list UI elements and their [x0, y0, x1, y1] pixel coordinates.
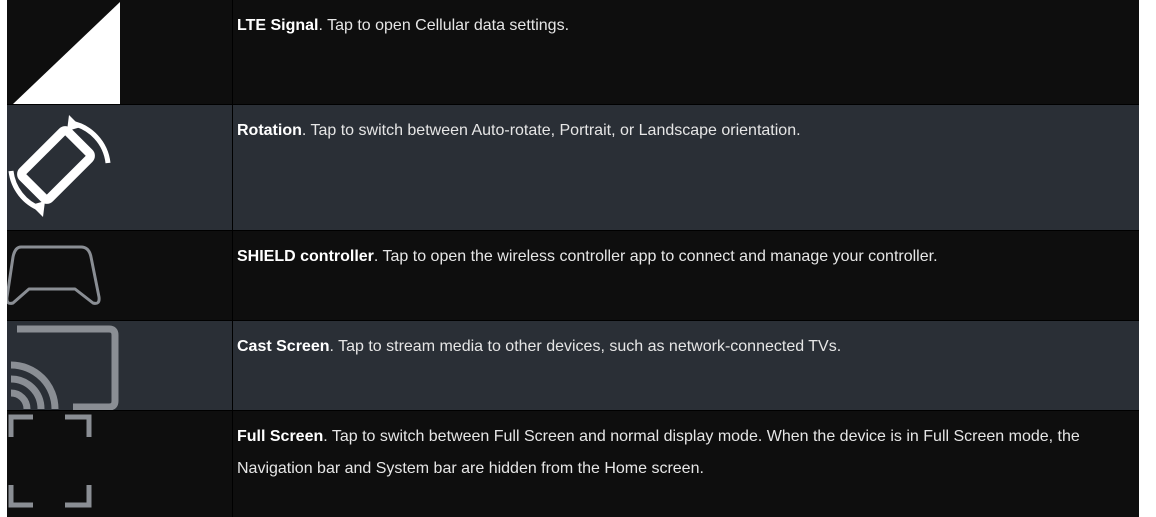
quick-settings-icon-table: LTE Signal. Tap to open Cellular data se…: [7, 0, 1139, 517]
icon-cell: [7, 321, 233, 410]
description-cell: Rotation. Tap to switch between Auto-rot…: [233, 105, 1139, 230]
description-cell: Full Screen. Tap to switch between Full …: [233, 411, 1139, 517]
row-title: Full Screen: [237, 428, 324, 445]
icon-cell: [7, 105, 233, 230]
icon-cell: [7, 231, 233, 320]
row-description: . Tap to open Cellular data settings.: [318, 17, 570, 34]
controller-icon: [7, 245, 101, 305]
row-description: . Tap to switch between Full Screen and …: [237, 428, 1080, 477]
row-description: . Tap to stream media to other devices, …: [329, 338, 842, 355]
cast-icon: [10, 325, 119, 410]
table-row-cast-screen: Cast Screen. Tap to stream media to othe…: [7, 320, 1139, 410]
row-title: Rotation: [237, 122, 302, 139]
description-cell: SHIELD controller. Tap to open the wirel…: [233, 231, 1139, 320]
description-cell: LTE Signal. Tap to open Cellular data se…: [233, 0, 1139, 104]
row-description: . Tap to open the wireless controller ap…: [373, 248, 938, 265]
fullscreen-icon: [8, 414, 92, 508]
row-title: LTE Signal: [237, 17, 319, 34]
table-row-rotation: Rotation. Tap to switch between Auto-rot…: [7, 104, 1139, 230]
rotation-icon: [8, 115, 111, 217]
row-title: Cast Screen: [237, 338, 330, 355]
row-title: SHIELD controller: [237, 248, 374, 265]
table-row-shield-controller: SHIELD controller. Tap to open the wirel…: [7, 230, 1139, 320]
icon-cell: [7, 411, 233, 517]
description-cell: Cast Screen. Tap to stream media to othe…: [233, 321, 1139, 410]
table-row-full-screen: Full Screen. Tap to switch between Full …: [7, 410, 1139, 517]
row-description: . Tap to switch between Auto-rotate, Por…: [301, 122, 801, 139]
signal-icon: [13, 2, 120, 104]
icon-cell: [7, 0, 233, 104]
table-row-lte-signal: LTE Signal. Tap to open Cellular data se…: [7, 0, 1139, 104]
